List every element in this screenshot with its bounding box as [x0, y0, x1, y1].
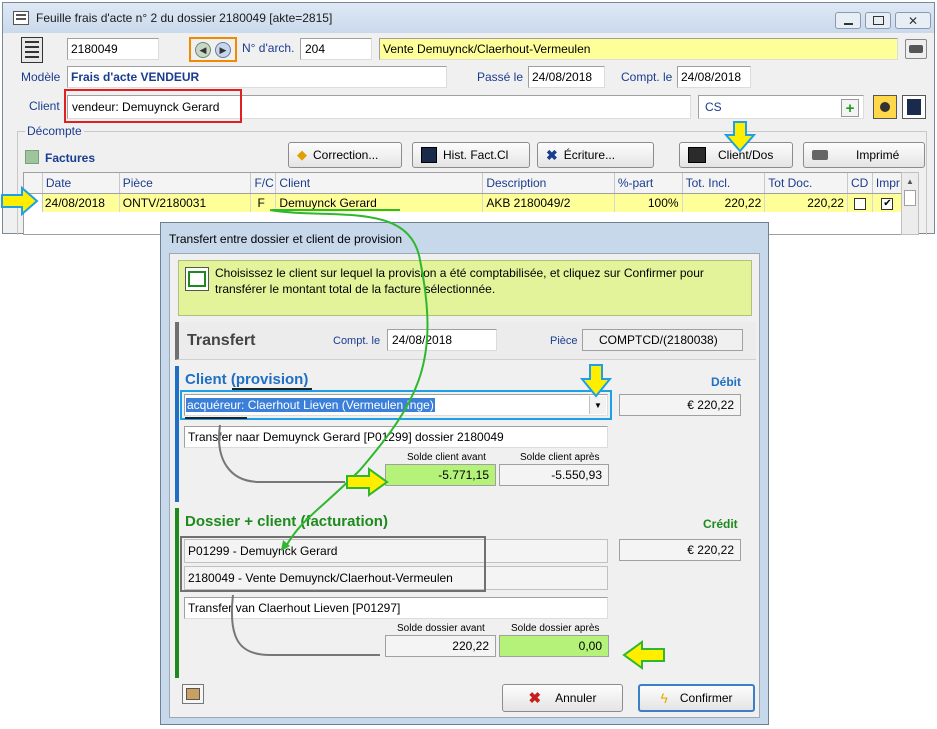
- solde-client-arrow: [346, 467, 389, 497]
- annotation-overlay: [1, 121, 757, 670]
- solde-dossier-arrow: [622, 640, 665, 670]
- connector-line-1: [218, 424, 345, 483]
- row-pointer-arrow: [1, 185, 39, 217]
- dropdown-pointer-arrow: [579, 364, 613, 398]
- flow-curve: [269, 209, 429, 549]
- connector-line-2: [231, 594, 380, 656]
- client-dos-pointer-arrow: [723, 121, 757, 153]
